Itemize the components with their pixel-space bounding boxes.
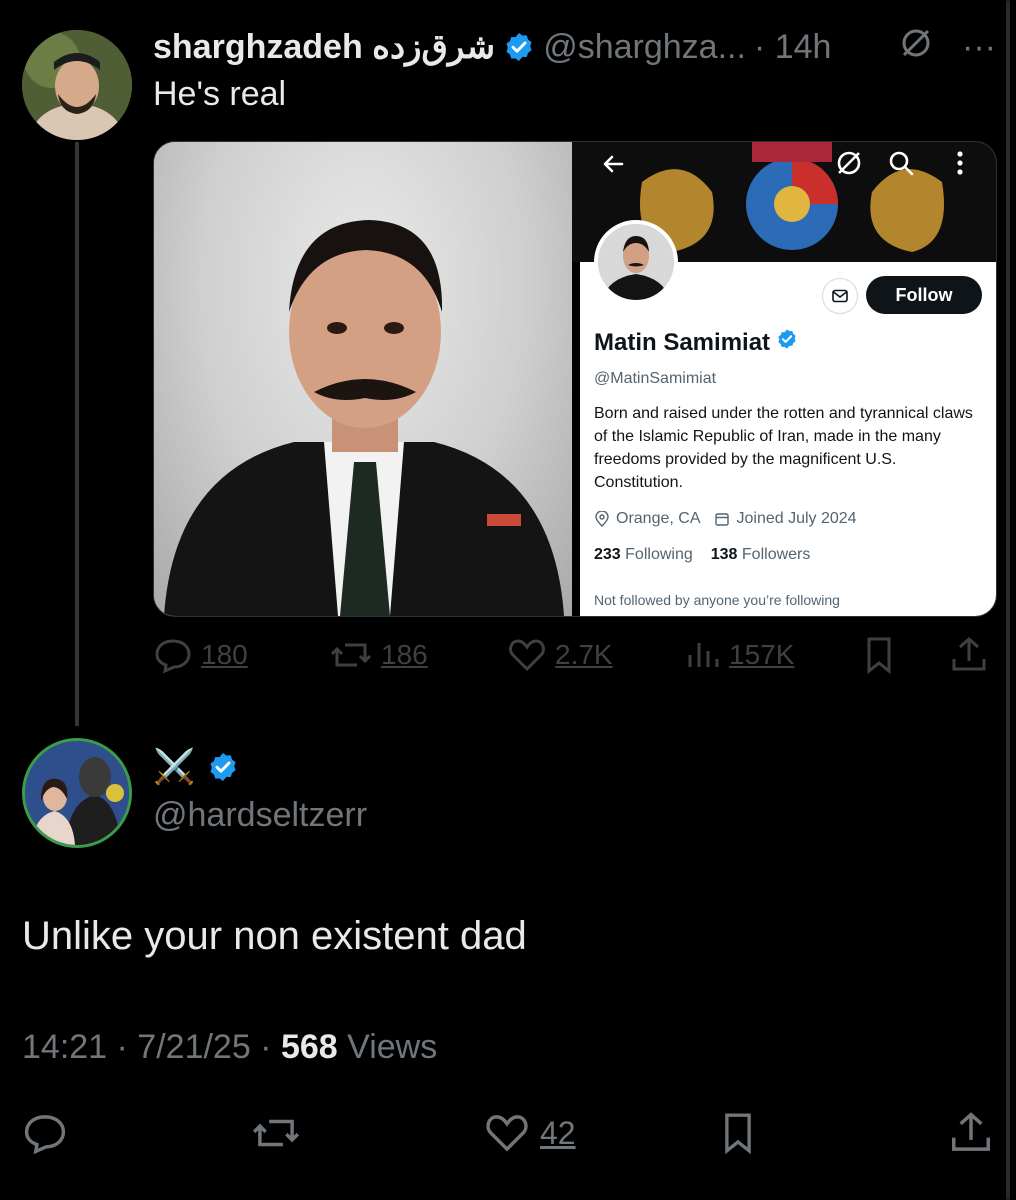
repost-icon bbox=[330, 643, 372, 667]
tweet-text: Unlike your non existent dad bbox=[22, 914, 527, 958]
grok-icon[interactable] bbox=[898, 25, 934, 70]
avatar-portrait-icon bbox=[22, 30, 132, 140]
tweet-media[interactable]: Follow Matin Samimiat @MatinSamimiat Bor… bbox=[153, 141, 997, 617]
search-icon[interactable] bbox=[886, 148, 916, 183]
repost-icon bbox=[252, 1119, 300, 1147]
bookmark-button[interactable] bbox=[718, 1106, 758, 1160]
back-arrow-icon[interactable] bbox=[600, 150, 628, 183]
mail-icon bbox=[832, 289, 848, 303]
repost-button[interactable]: 186 bbox=[329, 630, 428, 680]
profile-handle: @MatinSamimiat bbox=[594, 370, 717, 387]
follow-button[interactable]: Follow bbox=[866, 276, 982, 314]
following-label: Following bbox=[625, 546, 693, 563]
tweet-metadata: 14:21 · 7/21/25 · 568 Views bbox=[22, 1028, 437, 1067]
verified-badge-icon bbox=[503, 31, 535, 63]
verified-badge-icon bbox=[776, 328, 798, 357]
timestamp[interactable]: · 14h bbox=[754, 28, 832, 67]
profile-screenshot[interactable]: Follow Matin Samimiat @MatinSamimiat Bor… bbox=[572, 142, 996, 616]
reply-icon bbox=[24, 1115, 66, 1155]
tweet-actions: 180 186 2.7K 157K bbox=[153, 630, 995, 680]
tweet-text: He's real bbox=[153, 75, 287, 113]
tweet-header: sharghzadeh شرق‌زده @sharghza... · 14h bbox=[153, 22, 831, 72]
repost-button[interactable] bbox=[250, 1106, 302, 1160]
share-button[interactable] bbox=[948, 1106, 994, 1160]
portrait-photo-icon bbox=[164, 220, 564, 616]
reply-button[interactable] bbox=[22, 1106, 68, 1160]
bookmark-icon bbox=[867, 637, 891, 675]
timestamp[interactable]: 14:21 · 7/21/25 · bbox=[22, 1028, 281, 1066]
profile-portrait-icon bbox=[598, 224, 674, 300]
bookmark-icon bbox=[725, 1113, 751, 1155]
profile-follow-counts: 233 Following 138 Followers bbox=[594, 546, 810, 564]
profile-meta: Orange, CA Joined July 2024 bbox=[594, 510, 857, 528]
views-count: 157K bbox=[729, 639, 795, 670]
profile-location: Orange, CA bbox=[594, 510, 700, 528]
like-button[interactable]: 2.7K bbox=[507, 630, 613, 680]
scrollbar[interactable] bbox=[1006, 0, 1010, 1200]
handle[interactable]: @sharghza... bbox=[543, 28, 746, 67]
profile-avatar[interactable] bbox=[594, 220, 678, 304]
heart-icon bbox=[486, 1115, 528, 1152]
bookmark-button[interactable] bbox=[861, 630, 897, 680]
profile-bio: Born and raised under the rotten and tyr… bbox=[594, 405, 973, 491]
display-name[interactable]: ⚔️ bbox=[153, 747, 195, 787]
reply-count: 180 bbox=[201, 639, 248, 670]
share-button[interactable] bbox=[949, 630, 989, 680]
like-button[interactable]: 42 bbox=[484, 1106, 576, 1160]
handle[interactable]: @hardseltzerr bbox=[153, 796, 367, 835]
avatar[interactable] bbox=[22, 738, 132, 848]
grok-icon[interactable] bbox=[834, 148, 864, 183]
avatar[interactable] bbox=[22, 30, 132, 140]
display-name[interactable]: sharghzadeh شرق‌زده bbox=[153, 27, 495, 67]
profile-card: Follow Matin Samimiat @MatinSamimiat Bor… bbox=[580, 220, 996, 616]
share-icon bbox=[952, 636, 986, 671]
tweet-header-right: ··· bbox=[898, 22, 996, 72]
repost-count: 186 bbox=[381, 639, 428, 670]
location-text: Orange, CA bbox=[616, 510, 701, 527]
message-button[interactable] bbox=[822, 278, 858, 314]
followers-count[interactable]: 138 Followers bbox=[711, 546, 811, 564]
not-followed-note: Not followed by anyone you’re following bbox=[594, 592, 840, 608]
calendar-icon bbox=[715, 513, 730, 526]
media-photo[interactable] bbox=[154, 142, 572, 616]
views-button[interactable]: 157K bbox=[685, 630, 794, 680]
location-pin-icon bbox=[595, 511, 609, 527]
heart-icon bbox=[509, 639, 545, 672]
followers-number: 138 bbox=[710, 546, 738, 563]
like-count: 42 bbox=[540, 1114, 576, 1151]
profile-name-text: Matin Samimiat bbox=[594, 328, 771, 356]
views-number: 568 bbox=[280, 1028, 338, 1066]
avatar-portrait-icon bbox=[25, 741, 129, 845]
views-chart-icon bbox=[688, 643, 719, 667]
tweet-actions: 42 bbox=[22, 1106, 994, 1160]
verified-badge-icon bbox=[207, 751, 239, 783]
followers-label: Followers bbox=[741, 546, 811, 563]
reply-icon bbox=[155, 639, 191, 674]
more-options-icon[interactable] bbox=[950, 148, 970, 183]
profile-name: Matin Samimiat bbox=[594, 328, 798, 357]
profile-joined: Joined July 2024 bbox=[714, 510, 857, 528]
like-count: 2.7K bbox=[555, 639, 613, 670]
joined-text: Joined July 2024 bbox=[736, 510, 857, 527]
more-options-icon[interactable]: ··· bbox=[962, 28, 996, 67]
share-icon bbox=[952, 1112, 990, 1151]
tweet-header: ⚔️ bbox=[153, 744, 239, 790]
following-number: 233 bbox=[594, 546, 621, 563]
following-count[interactable]: 233 Following bbox=[594, 546, 693, 564]
views-label: Views bbox=[337, 1028, 438, 1066]
reply-button[interactable]: 180 bbox=[153, 630, 248, 680]
thread-connector-line bbox=[75, 142, 79, 726]
